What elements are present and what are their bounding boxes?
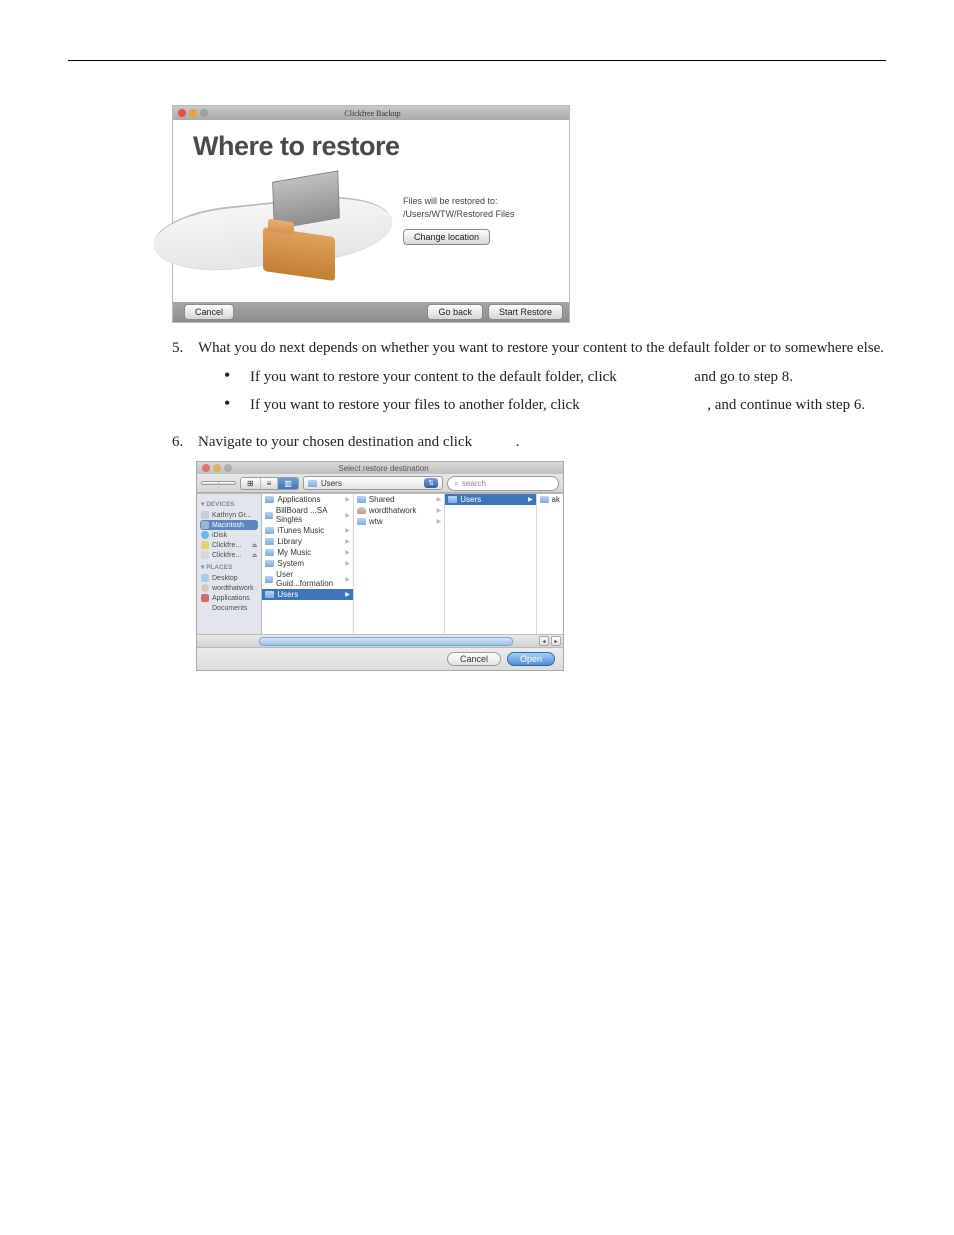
minimize-icon[interactable] xyxy=(189,109,197,117)
list-item[interactable]: BillBoard ...SA Singles▶ xyxy=(262,505,352,525)
finder-sidebar: ▾ DEVICES Kathryn Gr... Macintosh iDisk … xyxy=(197,494,262,634)
search-placeholder: search xyxy=(462,479,486,488)
footer-toolbar: Cancel Go back Start Restore xyxy=(173,302,569,322)
view-mode-segment[interactable] xyxy=(240,477,299,490)
sidebar-heading-places: ▾ PLACES xyxy=(201,563,258,571)
browser-column: ak xyxy=(537,494,563,634)
scroll-right-icon[interactable]: ▸ xyxy=(551,636,561,646)
sidebar-item[interactable]: Clickfre...⏏ xyxy=(200,550,258,560)
list-item[interactable]: My Music▶ xyxy=(262,547,352,558)
list-item[interactable]: Shared▶ xyxy=(354,494,444,505)
folder-icon xyxy=(263,227,335,281)
step-5b-tail: , and continue with step 6. xyxy=(707,397,865,413)
sidebar-item[interactable]: wordthatwork xyxy=(200,583,258,593)
open-panel-footer: Cancel Open xyxy=(197,647,563,670)
horizontal-scrollbar[interactable]: ◂ ▸ xyxy=(197,634,563,647)
search-input[interactable]: search xyxy=(447,476,559,491)
zoom-icon[interactable] xyxy=(224,464,232,472)
list-item[interactable]: ak xyxy=(537,494,563,505)
list-item[interactable]: wordthatwork▶ xyxy=(354,505,444,516)
open-button[interactable]: Open xyxy=(507,652,555,666)
search-icon xyxy=(454,478,459,489)
sidebar-item[interactable]: Kathryn Gr... xyxy=(200,510,258,520)
cancel-button[interactable]: Cancel xyxy=(447,652,501,666)
icon-view-icon xyxy=(241,478,261,489)
sidebar-item[interactable]: Applications xyxy=(200,593,258,603)
list-item[interactable]: wtw▶ xyxy=(354,516,444,527)
open-panel-toolbar: Users ⇅ search xyxy=(197,474,563,493)
sidebar-item[interactable]: Desktop xyxy=(200,573,258,583)
minimize-icon[interactable] xyxy=(213,464,221,472)
sidebar-heading-devices: ▾ DEVICES xyxy=(201,500,258,508)
page-top-rule xyxy=(68,60,886,61)
back-icon xyxy=(202,482,219,484)
sidebar-item[interactable]: Documents xyxy=(200,603,258,613)
path-popup[interactable]: Users ⇅ xyxy=(303,476,443,490)
scroll-left-icon[interactable]: ◂ xyxy=(539,636,549,646)
finder-open-panel: Select restore destination Users ⇅ searc… xyxy=(196,461,564,671)
instruction-text: 5. What you do next depends on whether y… xyxy=(172,337,886,453)
popup-arrows-icon: ⇅ xyxy=(424,478,438,488)
step-6-tail: . xyxy=(516,434,520,450)
browser-column: Applications▶ BillBoard ...SA Singles▶ i… xyxy=(262,494,353,634)
go-back-button[interactable]: Go back xyxy=(427,304,483,320)
step-5a-text: If you want to restore your content to t… xyxy=(250,369,617,385)
cancel-button[interactable]: Cancel xyxy=(184,304,234,320)
nav-arrows[interactable] xyxy=(201,481,236,485)
forward-icon xyxy=(219,482,235,484)
eject-icon: ⏏ xyxy=(252,542,258,549)
titlebar: Select restore destination xyxy=(197,462,563,474)
path-label: Users xyxy=(321,479,420,488)
zoom-icon[interactable] xyxy=(200,109,208,117)
titlebar: Clickfree Backup xyxy=(173,106,569,120)
list-item[interactable]: Library▶ xyxy=(262,536,352,547)
list-item[interactable]: Users▶ xyxy=(262,589,352,600)
sidebar-item[interactable]: Macintosh xyxy=(200,520,258,530)
list-item[interactable]: Users▶ xyxy=(445,494,535,505)
start-restore-button[interactable]: Start Restore xyxy=(488,304,563,320)
list-item[interactable]: iTunes Music▶ xyxy=(262,525,352,536)
restore-path-label: Files will be restored to: xyxy=(403,196,515,206)
sidebar-item[interactable]: Clickfre...⏏ xyxy=(200,540,258,550)
scroll-thumb[interactable] xyxy=(259,637,513,646)
list-item[interactable]: Applications▶ xyxy=(262,494,352,505)
list-view-icon xyxy=(261,478,279,489)
change-location-button[interactable]: Change location xyxy=(403,229,490,245)
browser-column: Shared▶ wordthatwork▶ wtw▶ xyxy=(354,494,445,634)
close-icon[interactable] xyxy=(178,109,186,117)
where-to-restore-window: Clickfree Backup Where to restore Files … xyxy=(172,105,570,323)
step-6-text: Navigate to your chosen destination and … xyxy=(198,434,472,450)
list-item[interactable]: User Guid...formation▶ xyxy=(262,569,352,589)
restore-illustration xyxy=(173,174,393,292)
step-5a-tail: and go to step 8. xyxy=(694,369,793,385)
close-icon[interactable] xyxy=(202,464,210,472)
restore-path-value: /Users/WTW/Restored Files xyxy=(403,209,515,219)
browser-column: Users▶ xyxy=(445,494,536,634)
list-item[interactable]: System▶ xyxy=(262,558,352,569)
step-5-text: What you do next depends on whether you … xyxy=(198,340,884,356)
folder-icon xyxy=(308,480,317,487)
sidebar-item[interactable]: iDisk xyxy=(200,530,258,540)
step-number: 6. xyxy=(172,431,198,454)
page-heading: Where to restore xyxy=(193,131,569,162)
column-view-icon xyxy=(278,478,298,489)
window-title: Clickfree Backup xyxy=(208,109,537,118)
column-browser: ▾ DEVICES Kathryn Gr... Macintosh iDisk … xyxy=(197,493,563,634)
window-title: Select restore destination xyxy=(232,464,535,473)
step-number: 5. xyxy=(172,337,198,360)
step-5b-text: If you want to restore your files to ano… xyxy=(250,397,580,413)
eject-icon: ⏏ xyxy=(252,552,258,559)
traffic-lights xyxy=(178,109,208,117)
